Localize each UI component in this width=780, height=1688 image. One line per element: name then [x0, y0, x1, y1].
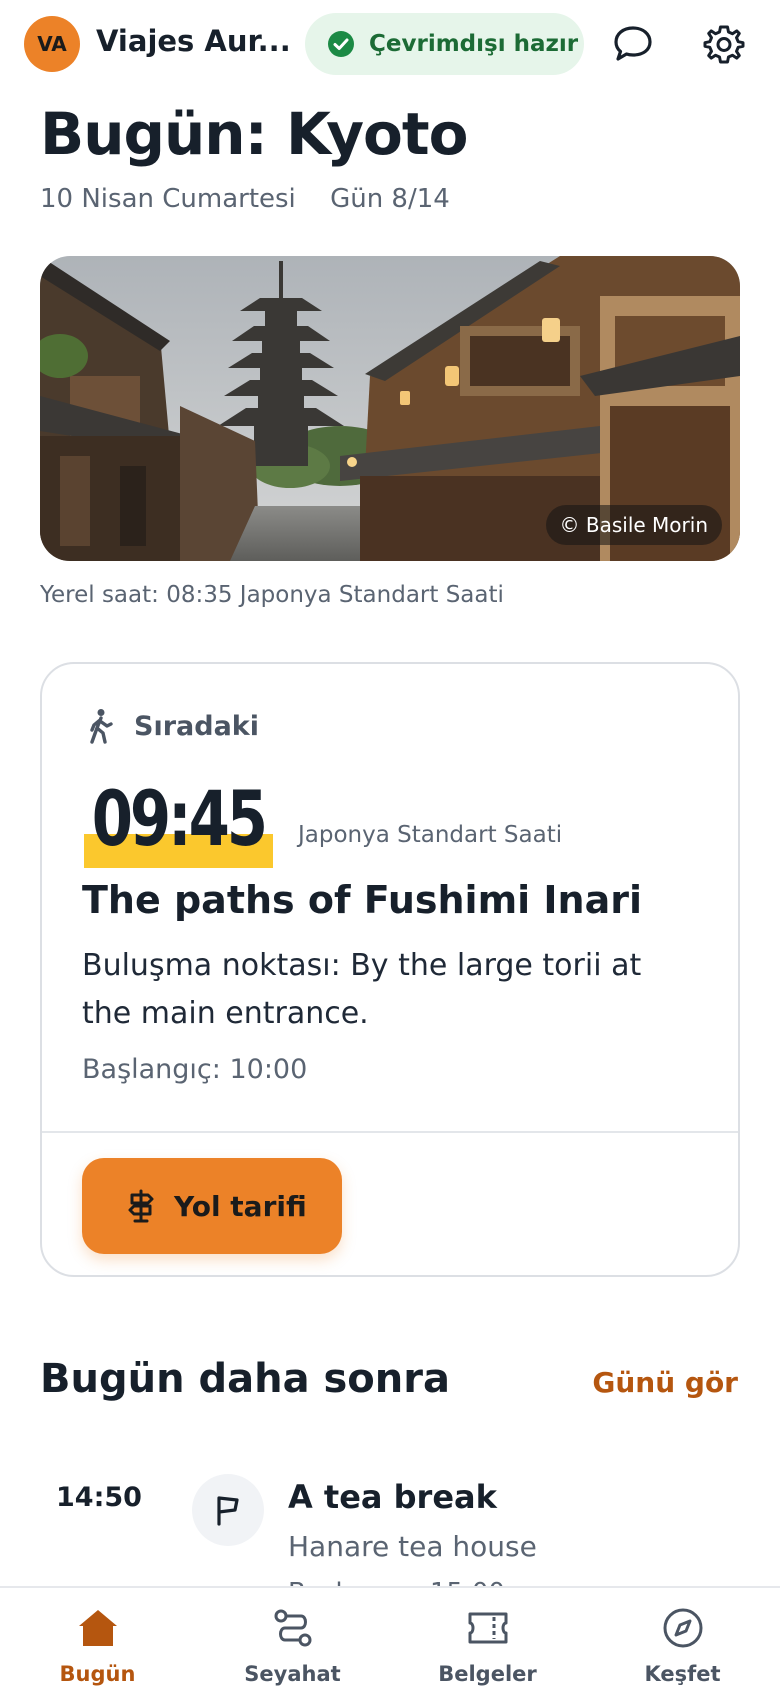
directions-button[interactable]: Yol tarifi	[82, 1158, 342, 1254]
activity-title: The paths of Fushimi Inari	[82, 878, 643, 922]
home-icon	[78, 1610, 117, 1646]
next-time: 09:45	[91, 774, 268, 863]
nav-documents-label: Belgeler	[438, 1662, 537, 1686]
next-label: Sıradaki	[134, 710, 259, 742]
ticket-icon	[468, 1612, 507, 1644]
chat-bubble-icon	[614, 26, 652, 61]
route-icon	[274, 1609, 311, 1647]
nav-trip-label: Seyahat	[244, 1662, 341, 1686]
compass-icon	[663, 1608, 702, 1648]
later-section-title: Bugün daha sonra	[40, 1356, 450, 1402]
see-day-link[interactable]: Günü gör	[592, 1366, 738, 1399]
next-activity-card[interactable]: Sıradaki 09:45 Japonya Standart Saati Th…	[40, 662, 740, 1277]
check-circle-icon	[328, 31, 354, 57]
nav-explore-label: Keşfet	[644, 1662, 721, 1686]
later-item-time: 14:50	[56, 1482, 142, 1513]
day-counter: Gün 8/14	[330, 184, 450, 214]
directions-label: Yol tarifi	[174, 1189, 307, 1223]
flag-badge	[192, 1474, 264, 1546]
agency-name: Viajes Aur...	[96, 24, 291, 58]
offline-status-badge[interactable]: Çevrimdışı hazır	[305, 13, 584, 75]
next-header: Sıradaki	[86, 708, 259, 744]
chat-button[interactable]	[609, 20, 657, 68]
nav-today[interactable]: Bugün	[0, 1588, 195, 1688]
later-item-place: Hanare tea house	[288, 1530, 537, 1563]
nav-today-label: Bugün	[59, 1662, 136, 1686]
top-bar: VA Viajes Aur... Çevrimdışı hazır	[0, 0, 780, 92]
page-title: Bugün: Kyoto	[40, 100, 468, 168]
photo-credit: © Basile Morin	[545, 505, 722, 545]
avatar[interactable]: VA	[24, 16, 80, 72]
date-text: 10 Nisan Cumartesi	[40, 184, 296, 214]
gear-icon	[703, 25, 745, 64]
date-line: 10 Nisan Cumartesi Gün 8/14	[40, 184, 450, 214]
settings-button[interactable]	[700, 20, 748, 68]
meeting-point: Buluşma noktası: By the large torii at t…	[82, 948, 642, 1031]
offline-status-label: Çevrimdışı hazır	[369, 31, 579, 57]
nav-documents[interactable]: Belgeler	[390, 1588, 585, 1688]
card-divider	[42, 1131, 738, 1133]
next-timezone: Japonya Standart Saati	[298, 822, 563, 848]
flag-icon	[217, 1496, 239, 1526]
later-item-title: A tea break	[288, 1478, 497, 1516]
bottom-nav: Bugün Seyahat Belgeler Keşfet	[0, 1586, 780, 1688]
nav-explore[interactable]: Keşfet	[585, 1588, 780, 1688]
nav-trip[interactable]: Seyahat	[195, 1588, 390, 1688]
city-hero-image: © Basile Morin	[40, 256, 740, 561]
start-time: Başlangıç: 10:00	[82, 1054, 308, 1085]
walking-person-icon	[90, 709, 113, 744]
signpost-icon	[128, 1189, 154, 1223]
local-time: Yerel saat: 08:35 Japonya Standart Saati	[40, 582, 504, 608]
next-time-block: 09:45	[84, 774, 316, 868]
